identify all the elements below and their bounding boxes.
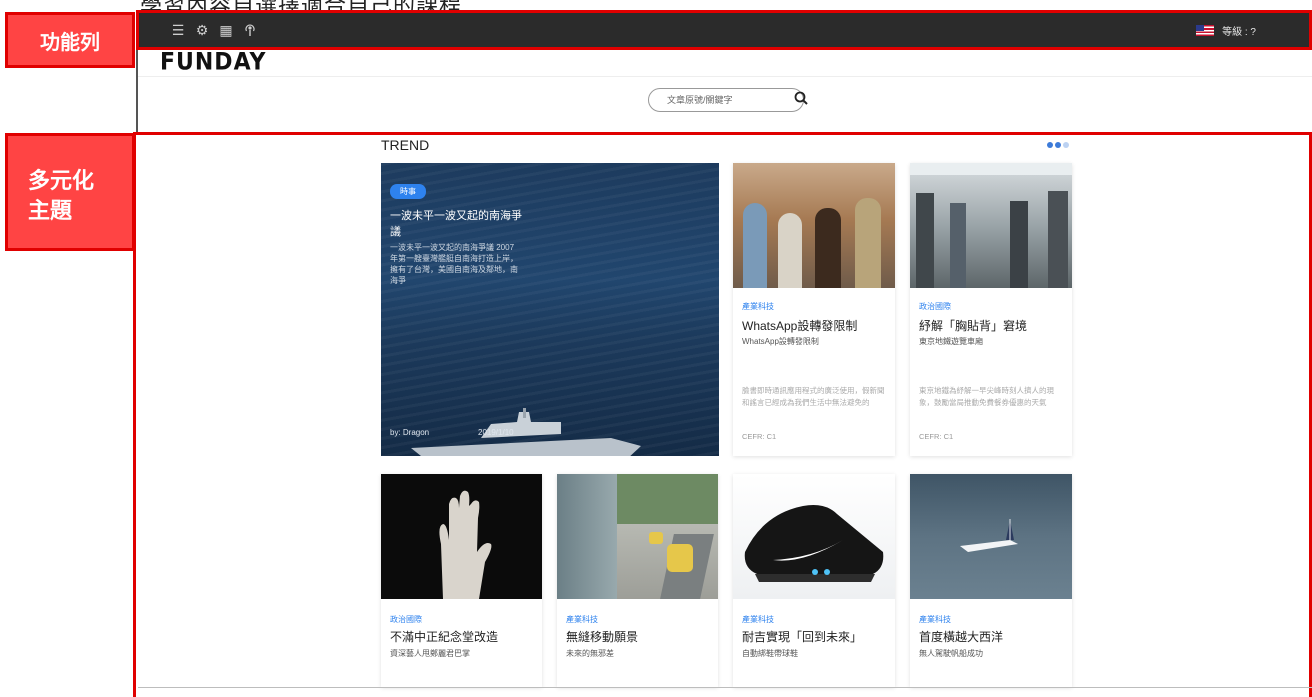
raised-hand-image [381, 474, 542, 599]
sailboat-image [910, 474, 1072, 599]
card-subtitle: 未來的無邪差 [566, 649, 614, 658]
card-subtitle: 無人駕駛帆船成功 [919, 649, 983, 658]
card-category: 產業科技 [566, 615, 598, 624]
card-title[interactable]: 紓解「胸貼背」窘境 [919, 317, 1027, 334]
card-description: 臉書即時通訊應用程式的廣泛使用，假新聞和謠言已經成為我們生活中無法避免的 [742, 386, 885, 407]
toolbar-callout: 功能列 [5, 12, 135, 68]
header-divider [138, 76, 1312, 77]
featured-description: 一波未平一波又起的南海爭議 2007年第一艘臺灣艦艇自南海打造上岸，擁有了台灣，… [390, 243, 518, 285]
card-category: 產業科技 [919, 615, 951, 624]
level-label: 等級 : ? [1222, 26, 1256, 38]
pager-dot[interactable] [1055, 142, 1061, 148]
top-toolbar: ☰ ⚙ ▦ 等級 : ? [138, 13, 1312, 47]
level-area[interactable]: 等級 : ? [1196, 23, 1256, 38]
card-category: 政治國際 [390, 615, 422, 624]
article-card[interactable]: 產業科技 耐吉實現「回到未來」 自動綁鞋帶球鞋 [733, 474, 895, 687]
article-card[interactable]: 產業科技 WhatsApp設轉發限制 WhatsApp設轉發限制 臉書即時通訊應… [733, 163, 895, 456]
article-card[interactable]: 產業科技 無縫移動願景 未來的無邪差 [557, 474, 718, 687]
card-subtitle: WhatsApp設轉發限制 [742, 337, 819, 346]
podcast-icon[interactable] [240, 20, 260, 40]
gear-icon[interactable]: ⚙ [192, 20, 212, 40]
featured-author: by: Dragon [390, 428, 430, 437]
card-title[interactable]: WhatsApp設轉發限制 [742, 317, 857, 334]
featured-date: 2019/1/10 [478, 428, 514, 437]
search-input[interactable] [667, 95, 784, 105]
content-highlight [133, 132, 1312, 697]
frame-left-border [136, 50, 138, 134]
card-level: CEFR: C1 [742, 432, 777, 441]
content-highlight-left [133, 132, 136, 697]
warship-image [411, 408, 641, 456]
card-category: 產業科技 [742, 302, 774, 311]
search-icon[interactable] [794, 91, 808, 109]
subway-passengers-image [910, 163, 1072, 288]
card-subtitle: 資深藝人甩鄭麗君巴掌 [390, 649, 470, 658]
card-title[interactable]: 不滿中正紀念堂改造 [390, 628, 498, 645]
card-category: 政治國際 [919, 302, 951, 311]
autonomous-shuttle-image [557, 474, 718, 599]
carousel-pager[interactable] [1047, 142, 1069, 148]
card-level: CEFR: C1 [919, 432, 954, 441]
site-logo[interactable]: FUNDAY [160, 49, 266, 77]
featured-badge: 時事 [390, 184, 426, 199]
calendar-icon[interactable]: ▦ [216, 20, 236, 40]
article-card[interactable]: 產業科技 首度橫越大西洋 無人駕駛帆船成功 [910, 474, 1072, 687]
search-bar [648, 88, 808, 112]
pager-dot[interactable] [1047, 142, 1053, 148]
article-card[interactable]: 政治國際 紓解「胸貼背」窘境 東京地鐵遊覽車廂 東京地鐵為紓解一早尖峰時刻人擠人… [910, 163, 1072, 456]
card-title[interactable]: 無縫移動願景 [566, 628, 638, 645]
card-title[interactable]: 首度橫越大西洋 [919, 628, 1003, 645]
featured-title[interactable]: 一波未平一波又起的南海爭議 [390, 208, 530, 240]
card-subtitle: 東京地鐵遊覽車廂 [919, 337, 983, 346]
page-bottom-divider [138, 687, 1312, 688]
card-subtitle: 自動綁鞋帶球鞋 [742, 649, 798, 658]
card-category: 產業科技 [742, 615, 774, 624]
article-card[interactable]: 政治國際 不滿中正紀念堂改造 資深藝人甩鄭麗君巴掌 [381, 474, 542, 687]
trend-heading: TREND [381, 137, 430, 153]
menu-icon[interactable]: ☰ [168, 20, 188, 40]
sneaker-image [733, 474, 895, 599]
us-flag-icon[interactable] [1196, 24, 1215, 36]
people-on-phones-image [733, 163, 895, 288]
pager-dot[interactable] [1063, 142, 1069, 148]
diverse-topics-callout: 多元化 主題 [5, 133, 135, 251]
featured-article-card[interactable] [381, 163, 719, 456]
card-title[interactable]: 耐吉實現「回到未來」 [742, 628, 862, 645]
card-description: 東京地鐵為紓解一早尖峰時刻人擠人的現象，鼓勵當局推動免費餐券優惠的天氣 [919, 386, 1054, 407]
